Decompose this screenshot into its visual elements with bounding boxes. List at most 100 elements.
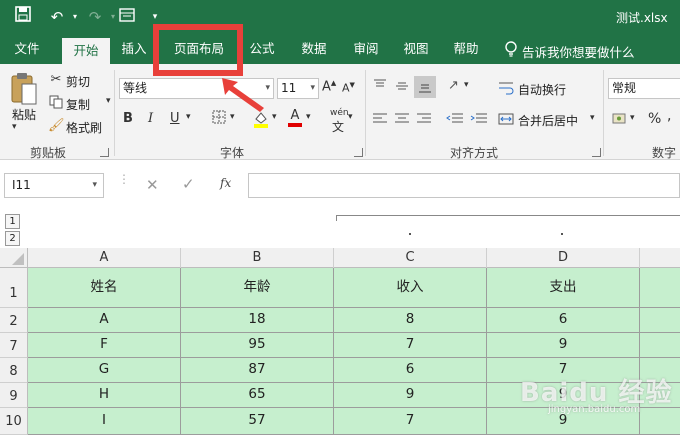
font-size-combo[interactable]: 11 ▾ bbox=[277, 78, 319, 99]
cut-button[interactable]: 剪切 bbox=[66, 73, 90, 90]
row-header[interactable]: 2 bbox=[0, 308, 28, 333]
table-cell[interactable]: 65 bbox=[181, 383, 334, 408]
select-all-corner[interactable] bbox=[0, 248, 28, 268]
tab-help[interactable]: 帮助 bbox=[444, 34, 488, 64]
confirm-formula-icon[interactable]: ✓ bbox=[182, 175, 195, 193]
tab-review[interactable]: 审阅 bbox=[344, 34, 388, 64]
row-header[interactable]: 10 bbox=[0, 408, 28, 435]
table-cell[interactable]: F bbox=[28, 333, 181, 358]
table-cell[interactable] bbox=[640, 268, 680, 308]
tab-formulas[interactable]: 公式 bbox=[240, 34, 284, 64]
decrease-font-icon[interactable]: A▼ bbox=[342, 81, 355, 95]
row-header[interactable]: 7 bbox=[0, 333, 28, 358]
table-cell[interactable]: 57 bbox=[181, 408, 334, 435]
phonetic-dropdown-icon[interactable]: ▾ bbox=[348, 112, 353, 122]
increase-font-icon[interactable]: A▲ bbox=[322, 79, 336, 94]
table-cell[interactable]: 6 bbox=[487, 308, 640, 333]
outline-level-2-button[interactable]: 2 bbox=[5, 231, 20, 246]
table-cell[interactable]: 7 bbox=[334, 333, 487, 358]
table-cell[interactable]: 9 bbox=[487, 333, 640, 358]
increase-indent-icon[interactable] bbox=[470, 112, 488, 129]
table-cell[interactable]: 支出 bbox=[487, 268, 640, 308]
column-header-c[interactable]: C bbox=[334, 248, 487, 268]
decrease-indent-icon[interactable] bbox=[446, 112, 464, 129]
orientation-icon[interactable]: ↗ bbox=[448, 78, 459, 93]
font-color-button[interactable]: A bbox=[288, 108, 302, 127]
comma-style-icon[interactable]: , bbox=[667, 108, 671, 124]
column-header-d[interactable]: D bbox=[487, 248, 640, 268]
tab-view[interactable]: 视图 bbox=[394, 34, 438, 64]
table-cell[interactable]: H bbox=[28, 383, 181, 408]
align-right-icon[interactable] bbox=[416, 112, 432, 129]
table-cell[interactable]: A bbox=[28, 308, 181, 333]
tell-me-search[interactable]: 告诉我你想要做什么 bbox=[522, 42, 635, 61]
copy-icon[interactable] bbox=[48, 95, 64, 113]
tab-home[interactable]: 开始 bbox=[62, 38, 110, 64]
table-cell[interactable] bbox=[640, 333, 680, 358]
merge-dropdown-icon[interactable]: ▾ bbox=[590, 113, 595, 123]
format-painter-icon[interactable]: 🖌 bbox=[48, 118, 65, 133]
cancel-formula-icon[interactable]: ✕ bbox=[146, 176, 159, 194]
outline-level-1-button[interactable]: 1 bbox=[5, 214, 20, 229]
formula-input[interactable] bbox=[248, 173, 680, 198]
phonetic-guide-button[interactable]: wén bbox=[330, 108, 349, 118]
format-painter-button[interactable]: 格式刷 bbox=[66, 119, 102, 136]
insert-function-button[interactable]: fx bbox=[220, 176, 231, 190]
orientation-dropdown-icon[interactable]: ▾ bbox=[464, 80, 469, 90]
percent-button[interactable]: % bbox=[648, 111, 661, 127]
table-cell[interactable]: I bbox=[28, 408, 181, 435]
align-middle-icon[interactable] bbox=[394, 78, 410, 97]
table-cell[interactable]: 收入 bbox=[334, 268, 487, 308]
table-cell[interactable]: 87 bbox=[181, 358, 334, 383]
copy-button[interactable]: 复制 bbox=[66, 96, 90, 113]
align-center-icon[interactable] bbox=[394, 112, 410, 129]
name-box[interactable]: I11 ▾ bbox=[4, 173, 104, 198]
wrap-text-icon[interactable] bbox=[498, 80, 514, 99]
align-bottom-icon[interactable] bbox=[414, 76, 436, 98]
column-header-b[interactable]: B bbox=[181, 248, 334, 268]
table-cell[interactable]: 姓名 bbox=[28, 268, 181, 308]
alignment-launcher-icon[interactable] bbox=[592, 148, 601, 157]
column-header-a[interactable]: A bbox=[28, 248, 181, 268]
tab-insert[interactable]: 插入 bbox=[112, 34, 156, 64]
table-cell[interactable] bbox=[640, 308, 680, 333]
wrap-text-button[interactable]: 自动换行 bbox=[518, 81, 566, 98]
table-cell[interactable]: 95 bbox=[181, 333, 334, 358]
tab-file[interactable]: 文件 bbox=[6, 34, 48, 64]
row-header[interactable]: 8 bbox=[0, 358, 28, 383]
align-left-icon[interactable] bbox=[372, 112, 388, 129]
font-launcher-icon[interactable] bbox=[354, 148, 363, 157]
merge-center-icon[interactable] bbox=[498, 111, 514, 130]
table-cell[interactable] bbox=[640, 408, 680, 435]
borders-dropdown-icon[interactable]: ▾ bbox=[230, 112, 235, 122]
number-format-combo[interactable]: 常规 bbox=[608, 78, 680, 99]
borders-icon[interactable] bbox=[212, 110, 226, 128]
table-cell[interactable]: 8 bbox=[334, 308, 487, 333]
bold-button[interactable]: B bbox=[123, 111, 133, 126]
save-icon[interactable] bbox=[12, 6, 34, 28]
font-color-dropdown-icon[interactable]: ▾ bbox=[306, 112, 311, 122]
table-cell[interactable]: 18 bbox=[181, 308, 334, 333]
tab-data[interactable]: 数据 bbox=[292, 34, 336, 64]
table-cell[interactable]: 年龄 bbox=[181, 268, 334, 308]
merge-center-button[interactable]: 合并后居中 bbox=[518, 112, 578, 129]
underline-button[interactable]: U bbox=[170, 111, 180, 126]
align-top-icon[interactable] bbox=[372, 78, 388, 97]
table-cell[interactable]: 6 bbox=[334, 358, 487, 383]
paste-dropdown-icon[interactable]: ▾ bbox=[12, 122, 17, 132]
row-header[interactable]: 9 bbox=[0, 383, 28, 408]
row-header[interactable]: 1 bbox=[0, 268, 28, 308]
copy-dropdown-icon[interactable]: ▾ bbox=[106, 96, 111, 106]
undo-dropdown-icon[interactable]: ▾ bbox=[64, 6, 86, 28]
table-cell[interactable]: G bbox=[28, 358, 181, 383]
table-cell[interactable]: 9 bbox=[334, 383, 487, 408]
fill-color-icon[interactable] bbox=[252, 110, 270, 128]
clipboard-launcher-icon[interactable] bbox=[100, 148, 109, 157]
fill-color-dropdown-icon[interactable]: ▾ bbox=[272, 112, 277, 122]
paste-icon[interactable] bbox=[10, 72, 38, 106]
underline-dropdown-icon[interactable]: ▾ bbox=[186, 112, 191, 122]
table-cell[interactable]: 7 bbox=[334, 408, 487, 435]
form-icon[interactable] bbox=[116, 6, 138, 28]
paste-button[interactable]: 粘贴 bbox=[12, 106, 36, 123]
italic-button[interactable]: I bbox=[148, 111, 153, 126]
